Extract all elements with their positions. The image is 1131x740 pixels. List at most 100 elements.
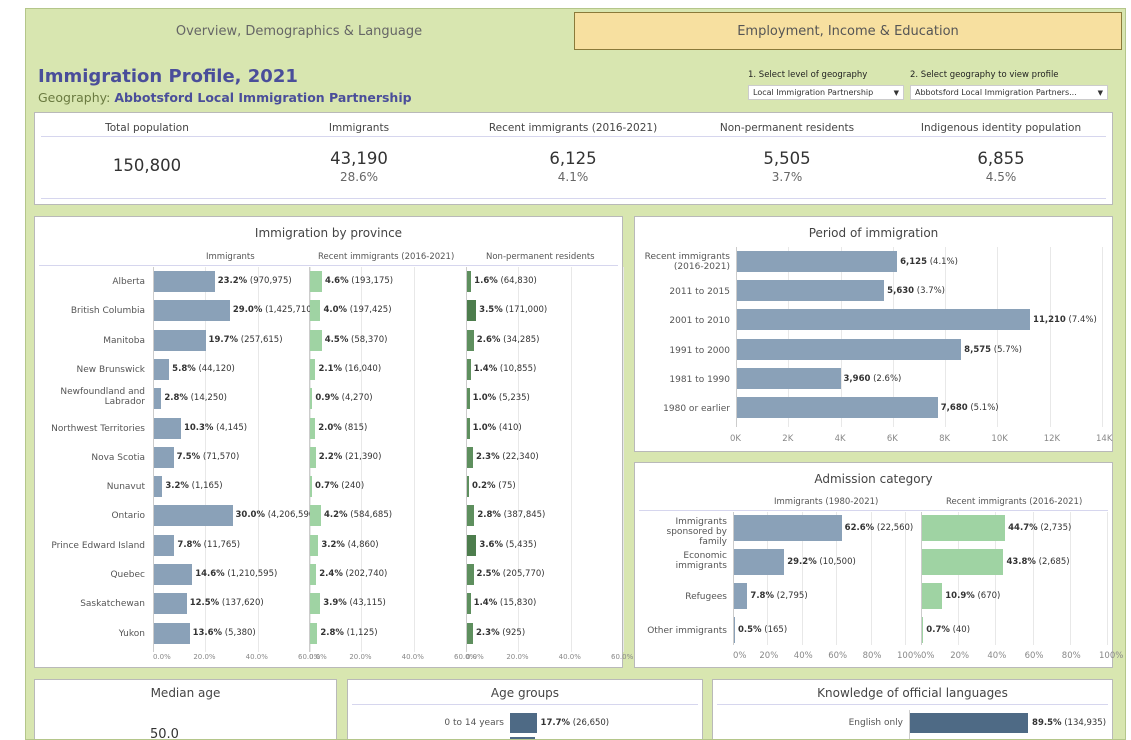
data-label: 2.5% (205,770) xyxy=(476,569,545,579)
value-bold: 29.0% xyxy=(232,305,263,316)
row-label: English only xyxy=(848,718,903,728)
value-bold: 30.0% xyxy=(235,510,266,521)
level-select-value: Local Immigration Partnership xyxy=(753,88,874,97)
bar-imm xyxy=(154,446,174,468)
data-label: 0.7% (40) xyxy=(926,625,971,635)
axis-tick-label: 8K xyxy=(939,434,951,444)
geo-select-value: Abbotsford Local Immigration Partners... xyxy=(915,88,1077,97)
data-label: 7,680 (5.1%) xyxy=(940,403,999,413)
value-bold: 4.5% xyxy=(324,334,349,345)
divider xyxy=(717,704,1108,705)
value-bold: 7.8% xyxy=(177,539,201,550)
kpi-value: 43,190 xyxy=(330,149,388,168)
data-label: 2.2% (21,390) xyxy=(318,451,382,462)
axis-tick-label: 20.0% xyxy=(506,653,529,661)
bar-imm xyxy=(154,329,206,351)
bar-imm xyxy=(154,476,163,498)
value-bold: 11,210 xyxy=(1033,315,1066,326)
page-title: Immigration Profile, 2021 xyxy=(38,66,298,87)
row-label: Manitoba xyxy=(103,335,145,346)
kpi-label: Non-permanent residents xyxy=(719,122,855,134)
data-label: 2.8% (387,845) xyxy=(477,510,546,521)
bar-npr xyxy=(467,358,471,380)
data-label: 7.5% (71,570) xyxy=(176,451,240,462)
axis-tick-label: 40% xyxy=(793,651,813,661)
value-bold: 2.8% xyxy=(164,393,188,404)
value-bold: 0.5% xyxy=(738,625,762,635)
chevron-down-icon: ▼ xyxy=(1097,89,1103,97)
value-bold: 3.2% xyxy=(165,481,189,492)
bar-imm xyxy=(154,564,193,585)
data-label: 1.4% (10,855) xyxy=(473,363,537,374)
value-bold: 1.6% xyxy=(474,276,498,286)
kpi-indigenous: Indigenous identity population 6,855 4.5… xyxy=(901,122,1101,184)
axis-tick-label: 10K xyxy=(991,434,1008,444)
data-label: 3.6% (5,435) xyxy=(479,539,537,550)
data-label: 2.3% (22,340) xyxy=(476,451,539,462)
axis-tick-label: 20.0% xyxy=(349,653,372,661)
geo-select[interactable]: Abbotsford Local Immigration Partners...… xyxy=(910,85,1108,100)
value-bold: 8,575 xyxy=(964,344,992,355)
bar-imm xyxy=(154,300,230,322)
column-header: Recent immigrants (2016-2021) xyxy=(946,497,1083,507)
row-label: Refugees xyxy=(685,592,727,602)
bar-rec xyxy=(310,622,318,644)
kpi-value: 150,800 xyxy=(112,156,182,175)
divider xyxy=(39,265,618,266)
data-label: 2.8% (1,125) xyxy=(320,627,378,638)
bar-period xyxy=(737,367,841,389)
row-label: Newfoundland and Labrador xyxy=(60,387,145,408)
bar-period xyxy=(737,280,885,302)
geo-label: Geography: xyxy=(38,90,111,105)
geo-select-label: 2. Select geography to view profile xyxy=(910,70,1059,80)
kpi-value: 5,505 xyxy=(763,149,811,168)
kpi-label: Immigrants xyxy=(328,122,390,134)
tab-overview[interactable]: Overview, Demographics & Language xyxy=(26,12,572,50)
kpi-percent: 28.6% xyxy=(339,170,379,184)
row-label: Other immigrants xyxy=(647,626,727,636)
gridline xyxy=(1107,512,1108,645)
bar-rec xyxy=(310,564,317,585)
data-label: 1.4% (15,830) xyxy=(473,598,537,609)
bar-age xyxy=(510,713,537,733)
bar-imm xyxy=(154,271,215,292)
bar-imm xyxy=(734,583,748,609)
axis-tick-label: 6K xyxy=(886,434,898,444)
axis-tick-label: 20% xyxy=(759,651,779,661)
divider xyxy=(352,704,698,705)
bar-rec xyxy=(310,593,321,615)
data-label: 1.6% (64,830) xyxy=(474,276,537,286)
value-bold: 7,680 xyxy=(940,403,968,413)
value-bold: 2.0% xyxy=(318,422,342,433)
bar-npr xyxy=(467,505,475,527)
value-bold: 1.0% xyxy=(472,393,497,404)
data-label: 4.6% (193,175) xyxy=(325,276,394,286)
data-label: 43.8% (2,685) xyxy=(1006,557,1070,567)
axis-tick-label: 12K xyxy=(1043,434,1061,444)
tab-employment[interactable]: Employment, Income & Education xyxy=(574,12,1122,50)
kpi-immigrants: Immigrants 43,190 28.6% xyxy=(259,122,459,184)
value-bold: 10.3% xyxy=(183,422,214,433)
age-groups-panel: Age groups 0 to 14 years 17.7% (26,650) xyxy=(347,679,703,739)
axis-tick-label: 2K xyxy=(782,434,794,444)
value-bold: 19.7% xyxy=(208,334,239,345)
level-select[interactable]: Local Immigration Partnership ▼ xyxy=(748,85,904,100)
data-label: 10.9% (670) xyxy=(945,591,1001,601)
bar-rec xyxy=(310,476,312,498)
axis-tick-label: 40.0% xyxy=(401,653,424,661)
axis-tick-label: 0.0% xyxy=(153,653,171,661)
gridline xyxy=(1102,247,1103,427)
gridline xyxy=(570,267,572,652)
axis-tick-label: 40.0% xyxy=(558,653,581,661)
data-label: 2.0% (815) xyxy=(318,422,368,433)
row-label: 1980 or earlier xyxy=(663,404,730,414)
languages-panel: Knowledge of official languages English … xyxy=(712,679,1113,739)
axis-line xyxy=(909,710,910,739)
value-bold: 2.5% xyxy=(476,569,501,579)
bar-npr xyxy=(467,476,469,498)
row-label: Economic immigrants xyxy=(675,551,727,571)
value-bold: 2.6% xyxy=(476,334,501,345)
axis-tick-label: 20.0% xyxy=(193,653,216,661)
kpi-percent: 4.1% xyxy=(557,170,589,184)
bar-rec xyxy=(310,271,323,292)
